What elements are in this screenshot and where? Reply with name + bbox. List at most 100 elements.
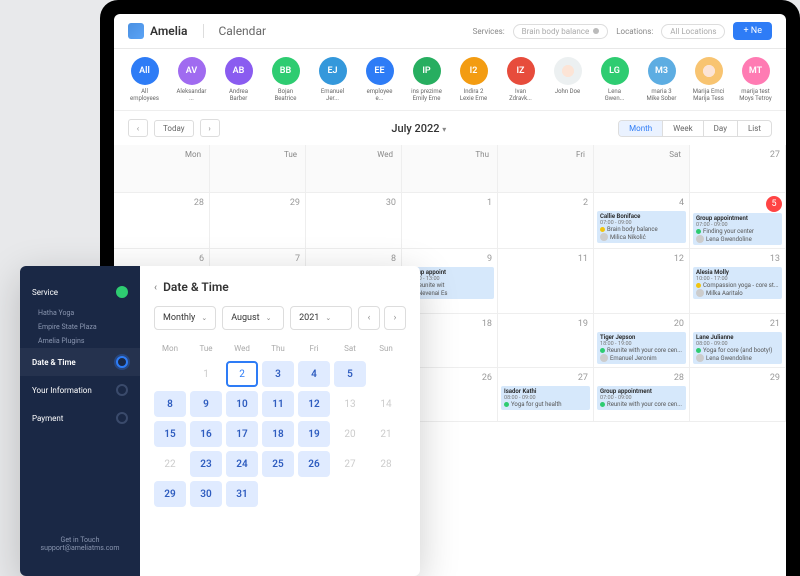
locations-filter[interactable]: All Locations <box>661 24 725 39</box>
mini-day[interactable]: 3 <box>262 361 294 387</box>
mini-day[interactable]: 28 <box>370 451 402 477</box>
calendar-event[interactable]: Callie Boniface07:00 - 09:00Brain body b… <box>597 211 686 243</box>
mini-day[interactable]: 17 <box>226 421 258 447</box>
calendar-event[interactable]: Lane Julianne08:00 - 09:00Yoga for core … <box>693 332 782 364</box>
prev-month-button[interactable]: ‹ <box>128 119 148 137</box>
mini-day[interactable]: 4 <box>298 361 330 387</box>
year-select[interactable]: 2021⌄ <box>290 306 352 330</box>
page-title: Calendar <box>203 24 266 38</box>
modal-footer: Get in Touch support@ameliatms.com <box>20 524 140 564</box>
mini-day[interactable]: 29 <box>154 481 186 507</box>
employee-avatar[interactable]: AllAll employees <box>128 57 161 102</box>
mini-day[interactable]: 30 <box>190 481 222 507</box>
services-filter[interactable]: Brain body balance <box>513 24 609 39</box>
back-button[interactable]: ‹ <box>154 282 157 293</box>
view-tab-list[interactable]: List <box>738 121 771 136</box>
mini-dow: Mon <box>154 340 186 357</box>
mini-dow: Fri <box>298 340 330 357</box>
mini-day[interactable]: 10 <box>226 391 258 417</box>
month-label[interactable]: July 2022 ▾ <box>226 122 613 135</box>
mini-prev-button[interactable]: ‹ <box>358 306 380 330</box>
mini-day[interactable]: 26 <box>298 451 330 477</box>
employee-avatar[interactable]: I2Indira 2 Lexie Erne <box>457 57 490 102</box>
calendar-event[interactable]: Tiger Jepson18:00 - 19:00Reunite with yo… <box>597 332 686 364</box>
day-cell[interactable]: 19 <box>498 314 594 368</box>
calendar-event[interactable]: Isador Kathi08:00 - 09:00Yoga for gut he… <box>501 386 590 410</box>
mini-day[interactable]: 1 <box>190 361 222 387</box>
calendar-event[interactable]: Group appointment07:00 - 09:00Reunite wi… <box>597 386 686 410</box>
modal-content: ‹ Date & Time Monthly⌄ August⌄ 2021⌄ ‹ ›… <box>140 266 420 576</box>
mini-next-button[interactable]: › <box>384 306 406 330</box>
employee-avatar[interactable]: John Doe <box>551 57 584 102</box>
employee-avatar[interactable]: LGLena Gwen... <box>598 57 631 102</box>
mini-day[interactable]: 19 <box>298 421 330 447</box>
day-cell[interactable]: 11 <box>498 249 594 314</box>
new-button[interactable]: + Ne <box>733 22 772 40</box>
day-cell[interactable]: 1 <box>402 193 498 249</box>
today-button[interactable]: Today <box>154 120 194 137</box>
calendar-controls: ‹ Today › July 2022 ▾ MonthWeekDayList <box>114 111 786 145</box>
mini-day[interactable]: 5 <box>334 361 366 387</box>
employee-avatar[interactable]: MTmarija test Moys Tetroy <box>739 57 772 102</box>
mini-day[interactable]: 9 <box>190 391 222 417</box>
recurrence-select[interactable]: Monthly⌄ <box>154 306 216 330</box>
mini-day[interactable]: 14 <box>370 391 402 417</box>
mini-day[interactable]: 13 <box>334 391 366 417</box>
mini-day[interactable]: 2 <box>226 361 258 387</box>
employee-avatar[interactable]: IZIvan Zdravk... <box>504 57 537 102</box>
day-cell[interactable]: 27Isador Kathi08:00 - 09:00Yoga for gut … <box>498 368 594 422</box>
employee-avatar[interactable]: Marija Emci Marija Tess <box>692 57 725 102</box>
employee-avatar[interactable]: IPins prezime Emily Erne <box>410 57 443 102</box>
mini-day[interactable]: 12 <box>298 391 330 417</box>
mini-day[interactable]: 11 <box>262 391 294 417</box>
employee-avatar[interactable]: AVAleksandar ... <box>175 57 208 102</box>
mini-day[interactable]: 22 <box>154 451 186 477</box>
day-cell[interactable]: 29 <box>690 368 786 422</box>
mini-day[interactable]: 23 <box>190 451 222 477</box>
mini-day[interactable]: 8 <box>154 391 186 417</box>
day-cell[interactable]: 29 <box>210 193 306 249</box>
employee-avatar[interactable]: EJEmanuel Jer... <box>316 57 349 102</box>
mini-day[interactable]: 15 <box>154 421 186 447</box>
chevron-down-icon: ⌄ <box>266 314 272 322</box>
step-datetime[interactable]: Date & Time <box>20 348 140 376</box>
mini-day[interactable]: 21 <box>370 421 402 447</box>
step-info[interactable]: Your Information <box>20 376 140 404</box>
step-service[interactable]: Service <box>20 278 140 306</box>
employee-avatar[interactable]: M3maria 3 Mike Sober <box>645 57 678 102</box>
dow-header: Tue <box>210 145 306 193</box>
day-cell[interactable]: 30 <box>306 193 402 249</box>
mini-day[interactable]: 25 <box>262 451 294 477</box>
mini-day[interactable]: 18 <box>262 421 294 447</box>
calendar-event[interactable]: Alesia Molly10:00 - 17:00Compassion yoga… <box>693 267 782 299</box>
mini-day[interactable]: 24 <box>226 451 258 477</box>
step-payment[interactable]: Payment <box>20 404 140 432</box>
day-cell[interactable]: 20Tiger Jepson18:00 - 19:00Reunite with … <box>594 314 690 368</box>
mini-day[interactable]: 20 <box>334 421 366 447</box>
mini-day[interactable]: 16 <box>190 421 222 447</box>
mini-dow: Wed <box>226 340 258 357</box>
mini-dow: Thu <box>262 340 294 357</box>
day-cell[interactable]: 27 <box>690 145 786 193</box>
brand-logo[interactable]: Amelia <box>128 23 187 39</box>
mini-day[interactable]: 31 <box>226 481 258 507</box>
day-cell[interactable]: 28Group appointment07:00 - 09:00Reunite … <box>594 368 690 422</box>
day-cell[interactable]: 12 <box>594 249 690 314</box>
chevron-down-icon: ⌄ <box>201 314 207 322</box>
day-cell[interactable]: 13Alesia Molly10:00 - 17:00Compassion yo… <box>690 249 786 314</box>
month-select[interactable]: August⌄ <box>222 306 284 330</box>
day-cell[interactable]: 21Lane Julianne08:00 - 09:00Yoga for cor… <box>690 314 786 368</box>
day-cell[interactable]: 28 <box>114 193 210 249</box>
view-tab-month[interactable]: Month <box>619 121 663 136</box>
view-tab-day[interactable]: Day <box>704 121 738 136</box>
view-tab-week[interactable]: Week <box>663 121 704 136</box>
employee-avatar[interactable]: ABAndrea Barber <box>222 57 255 102</box>
calendar-event[interactable]: Group appointment07:00 - 09:00Finding yo… <box>693 213 782 245</box>
employee-avatar[interactable]: EEemployee e... <box>363 57 396 102</box>
day-cell[interactable]: 5Group appointment07:00 - 09:00Finding y… <box>690 193 786 249</box>
day-cell[interactable]: 4Callie Boniface07:00 - 09:00Brain body … <box>594 193 690 249</box>
employee-avatar[interactable]: BBBojan Beatrice <box>269 57 302 102</box>
mini-day[interactable]: 27 <box>334 451 366 477</box>
day-cell[interactable]: 2 <box>498 193 594 249</box>
next-month-button[interactable]: › <box>200 119 220 137</box>
